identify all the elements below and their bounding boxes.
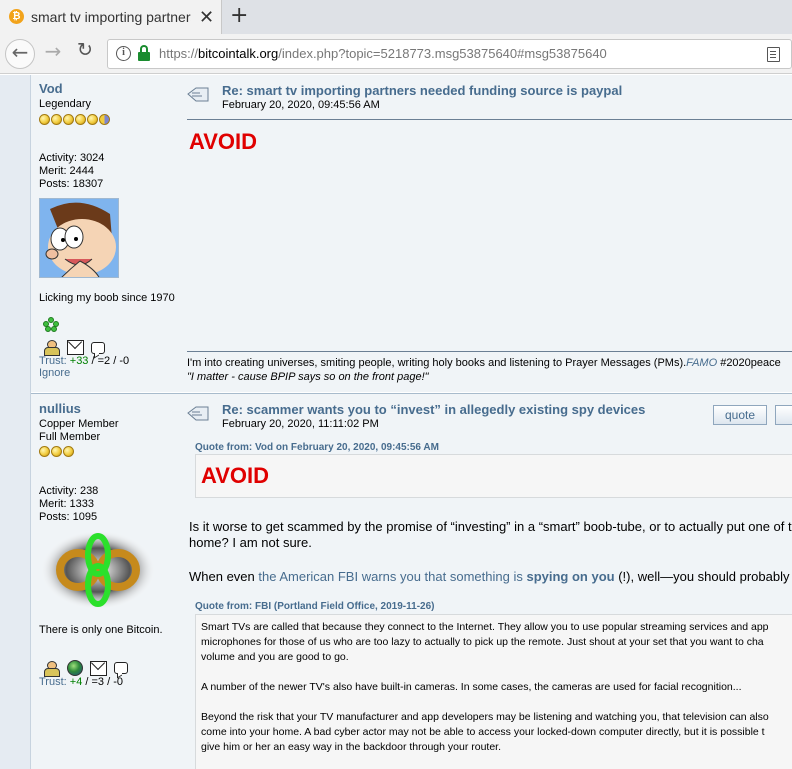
post-icon <box>187 87 209 102</box>
star-icon <box>39 446 50 457</box>
star-icon <box>63 114 74 125</box>
personal-message-icon[interactable] <box>114 662 128 674</box>
star-icon <box>63 446 74 457</box>
merit-count: Merit: 1333 <box>39 498 95 510</box>
profile-icons <box>43 340 184 356</box>
website-globe-icon[interactable] <box>67 660 83 676</box>
signature-divider <box>187 351 792 352</box>
famo-link[interactable]: FAMO <box>686 357 717 369</box>
new-tab-icon[interactable]: + <box>230 3 248 28</box>
rank-stars <box>39 114 184 125</box>
browser-tab[interactable]: ₿ smart tv importing partners needed fun… <box>0 0 222 34</box>
divider <box>187 119 792 120</box>
post-count: Posts: 1095 <box>39 511 98 523</box>
signature-line: I'm into creating universes, smiting peo… <box>187 357 781 369</box>
reader-mode-icon[interactable] <box>767 47 780 62</box>
browser-toolbar: ← → ↻ i https://bitcointalk.org/index.ph… <box>0 34 792 74</box>
reload-icon[interactable]: ↻ <box>70 39 100 69</box>
rank-stars <box>39 446 184 457</box>
quote-line: Smart TVs are called that because they c… <box>201 621 769 633</box>
poster-name[interactable]: nullius <box>39 401 184 416</box>
poster-rank: Copper Member <box>39 418 119 430</box>
trust-score[interactable]: Trust: +4 / =3 / -0 <box>39 676 184 688</box>
quote-line: volume and you are good to go. <box>201 651 349 663</box>
more-button[interactable] <box>775 405 792 425</box>
forum-post: nullius Copper Member Full Member Activi… <box>31 393 792 769</box>
fbi-warning-link[interactable]: the American FBI warns you that somethin… <box>258 569 522 584</box>
url-text[interactable]: https://bitcointalk.org/index.php?topic=… <box>159 46 607 61</box>
post-body-text: AVOID <box>189 129 258 154</box>
quote-header[interactable]: Quote from: FBI (Portland Field Office, … <box>195 601 435 612</box>
activity-count: Activity: 238 <box>39 485 99 497</box>
star-icon <box>39 114 50 125</box>
profile-icon[interactable] <box>43 340 60 356</box>
forum-post: Vod Legendary Activity: 3024 Merit: 2444… <box>31 75 792 392</box>
poster-info: Vod Legendary Activity: 3024 Merit: 2444… <box>39 81 184 379</box>
personal-text: There is only one Bitcoin. <box>39 624 163 636</box>
forum-page: Vod Legendary Activity: 3024 Merit: 2444… <box>0 75 792 769</box>
star-icon <box>75 114 86 125</box>
half-star-icon <box>99 114 110 125</box>
paragraph: When even the American FBI warns you tha… <box>189 569 790 584</box>
post-message: Re: smart tv importing partners needed f… <box>187 83 792 383</box>
quote-block: AVOID <box>195 454 792 498</box>
bitcoin-favicon-icon: ₿ <box>9 9 24 24</box>
email-icon[interactable] <box>90 660 107 676</box>
star-icon <box>87 114 98 125</box>
paragraph: home? I am not sure. <box>189 535 312 550</box>
paragraph: Is it worse to get scammed by the promis… <box>189 519 792 534</box>
profile-icons <box>43 660 184 677</box>
quote-line: give him or her an easy way in the backd… <box>201 741 501 753</box>
left-margin-bar <box>0 75 31 769</box>
signature-quote: "I matter - cause BPIP says so on the fr… <box>187 371 429 383</box>
email-icon[interactable] <box>67 340 84 355</box>
poster-name[interactable]: Vod <box>39 81 184 96</box>
poster-rank-secondary: Full Member <box>39 431 101 443</box>
post-message: Re: scammer wants you to “invest” in all… <box>187 402 792 769</box>
quote-body-text: AVOID <box>201 463 270 488</box>
star-icon <box>51 114 62 125</box>
profile-icon[interactable] <box>43 660 60 677</box>
avatar <box>39 530 157 610</box>
info-icon[interactable]: i <box>116 46 131 61</box>
tab-title: smart tv importing partners needed fundi… <box>31 9 191 25</box>
avatar <box>39 198 119 278</box>
quote-line: microphones for those of us who are too … <box>201 636 764 648</box>
post-date: February 20, 2020, 11:11:02 PM <box>222 418 379 430</box>
address-bar[interactable]: i https://bitcointalk.org/index.php?topi… <box>107 39 792 69</box>
secure-lock-icon[interactable] <box>137 45 151 62</box>
forward-arrow-icon[interactable]: → <box>38 39 68 69</box>
post-date: February 20, 2020, 09:45:56 AM <box>222 99 380 111</box>
merit-count: Merit: 2444 <box>39 165 95 177</box>
post-subject[interactable]: Re: smart tv importing partners needed f… <box>222 83 622 98</box>
back-arrow-icon[interactable]: ← <box>5 39 35 69</box>
quote-button[interactable]: quote <box>713 405 767 425</box>
post-icon <box>187 406 209 421</box>
quote-block: Smart TVs are called that because they c… <box>195 614 792 769</box>
poster-info: nullius Copper Member Full Member Activi… <box>39 401 184 688</box>
quote-line: come into your home. A bad cyber actor m… <box>201 726 765 738</box>
quote-header[interactable]: Quote from: Vod on February 20, 2020, 09… <box>195 442 439 453</box>
close-tab-icon[interactable]: ✕ <box>199 7 214 28</box>
ignore-link[interactable]: Ignore <box>39 367 184 379</box>
personal-message-icon[interactable] <box>91 341 105 354</box>
icq-icon[interactable] <box>43 317 59 333</box>
post-subject[interactable]: Re: scammer wants you to “invest” in all… <box>222 402 645 417</box>
star-icon <box>51 446 62 457</box>
tab-bar: ₿ smart tv importing partners needed fun… <box>0 0 792 34</box>
quote-line: A number of the newer TV's also have bui… <box>201 681 742 693</box>
quote-line: Beyond the risk that your TV manufacture… <box>201 711 769 723</box>
post-count: Posts: 18307 <box>39 178 104 190</box>
activity-count: Activity: 3024 <box>39 152 105 164</box>
trust-score[interactable]: Trust: +33 / =2 / -0 <box>39 355 184 367</box>
personal-text: Licking my boob since 1970 <box>39 292 175 304</box>
spying-on-you-text[interactable]: spying on you <box>526 569 614 584</box>
poster-rank: Legendary <box>39 98 91 110</box>
